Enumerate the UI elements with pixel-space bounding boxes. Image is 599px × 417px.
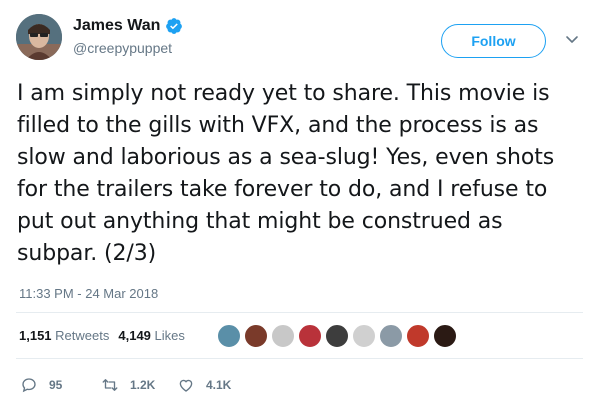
follow-button[interactable]: Follow: [441, 24, 546, 58]
display-name[interactable]: James Wan: [73, 17, 160, 35]
likes-count: 4,149: [118, 328, 151, 343]
liker-avatar[interactable]: [244, 324, 268, 348]
liker-avatar[interactable]: [406, 324, 430, 348]
retweet-button[interactable]: 1.2K: [101, 376, 177, 394]
chevron-down-icon[interactable]: [565, 32, 579, 46]
reply-count: 95: [49, 378, 63, 392]
tweet-stats: 1,151 Retweets 4,149 Likes: [19, 328, 185, 343]
retweets-count: 1,151: [19, 328, 52, 343]
liker-avatar[interactable]: [217, 324, 241, 348]
divider: [16, 358, 583, 359]
tweet-actions: 95 1.2K 4.1K: [20, 376, 231, 394]
retweet-icon: [102, 379, 118, 391]
like-count: 4.1K: [206, 378, 232, 392]
likes-label: Likes: [154, 328, 185, 343]
tweet-timestamp[interactable]: 11:33 PM - 24 Mar 2018: [19, 286, 158, 301]
verified-badge-icon: [166, 18, 183, 34]
reply-button[interactable]: 95: [20, 376, 101, 394]
avatar[interactable]: [16, 14, 62, 60]
retweet-count: 1.2K: [130, 378, 156, 392]
tweet-header: James Wan @creepypuppet Follow: [16, 14, 584, 62]
liker-avatar[interactable]: [325, 324, 349, 348]
tweet-text: I am simply not ready yet to share. This…: [17, 81, 555, 266]
retweets-stat[interactable]: 1,151 Retweets: [19, 328, 109, 343]
liker-avatar[interactable]: [433, 324, 457, 348]
liker-avatar[interactable]: [298, 324, 322, 348]
liker-avatar[interactable]: [379, 324, 403, 348]
liker-avatar[interactable]: [352, 324, 376, 348]
user-handle[interactable]: @creepypuppet: [73, 40, 183, 56]
likes-stat[interactable]: 4,149 Likes: [118, 328, 185, 343]
divider: [16, 312, 583, 313]
liker-avatar[interactable]: [271, 324, 295, 348]
like-button[interactable]: 4.1K: [177, 376, 231, 394]
retweets-label: Retweets: [55, 328, 110, 343]
heart-icon: [179, 379, 193, 392]
reply-icon: [22, 378, 36, 393]
user-info: James Wan @creepypuppet: [73, 17, 183, 56]
liker-avatars: [217, 324, 460, 348]
